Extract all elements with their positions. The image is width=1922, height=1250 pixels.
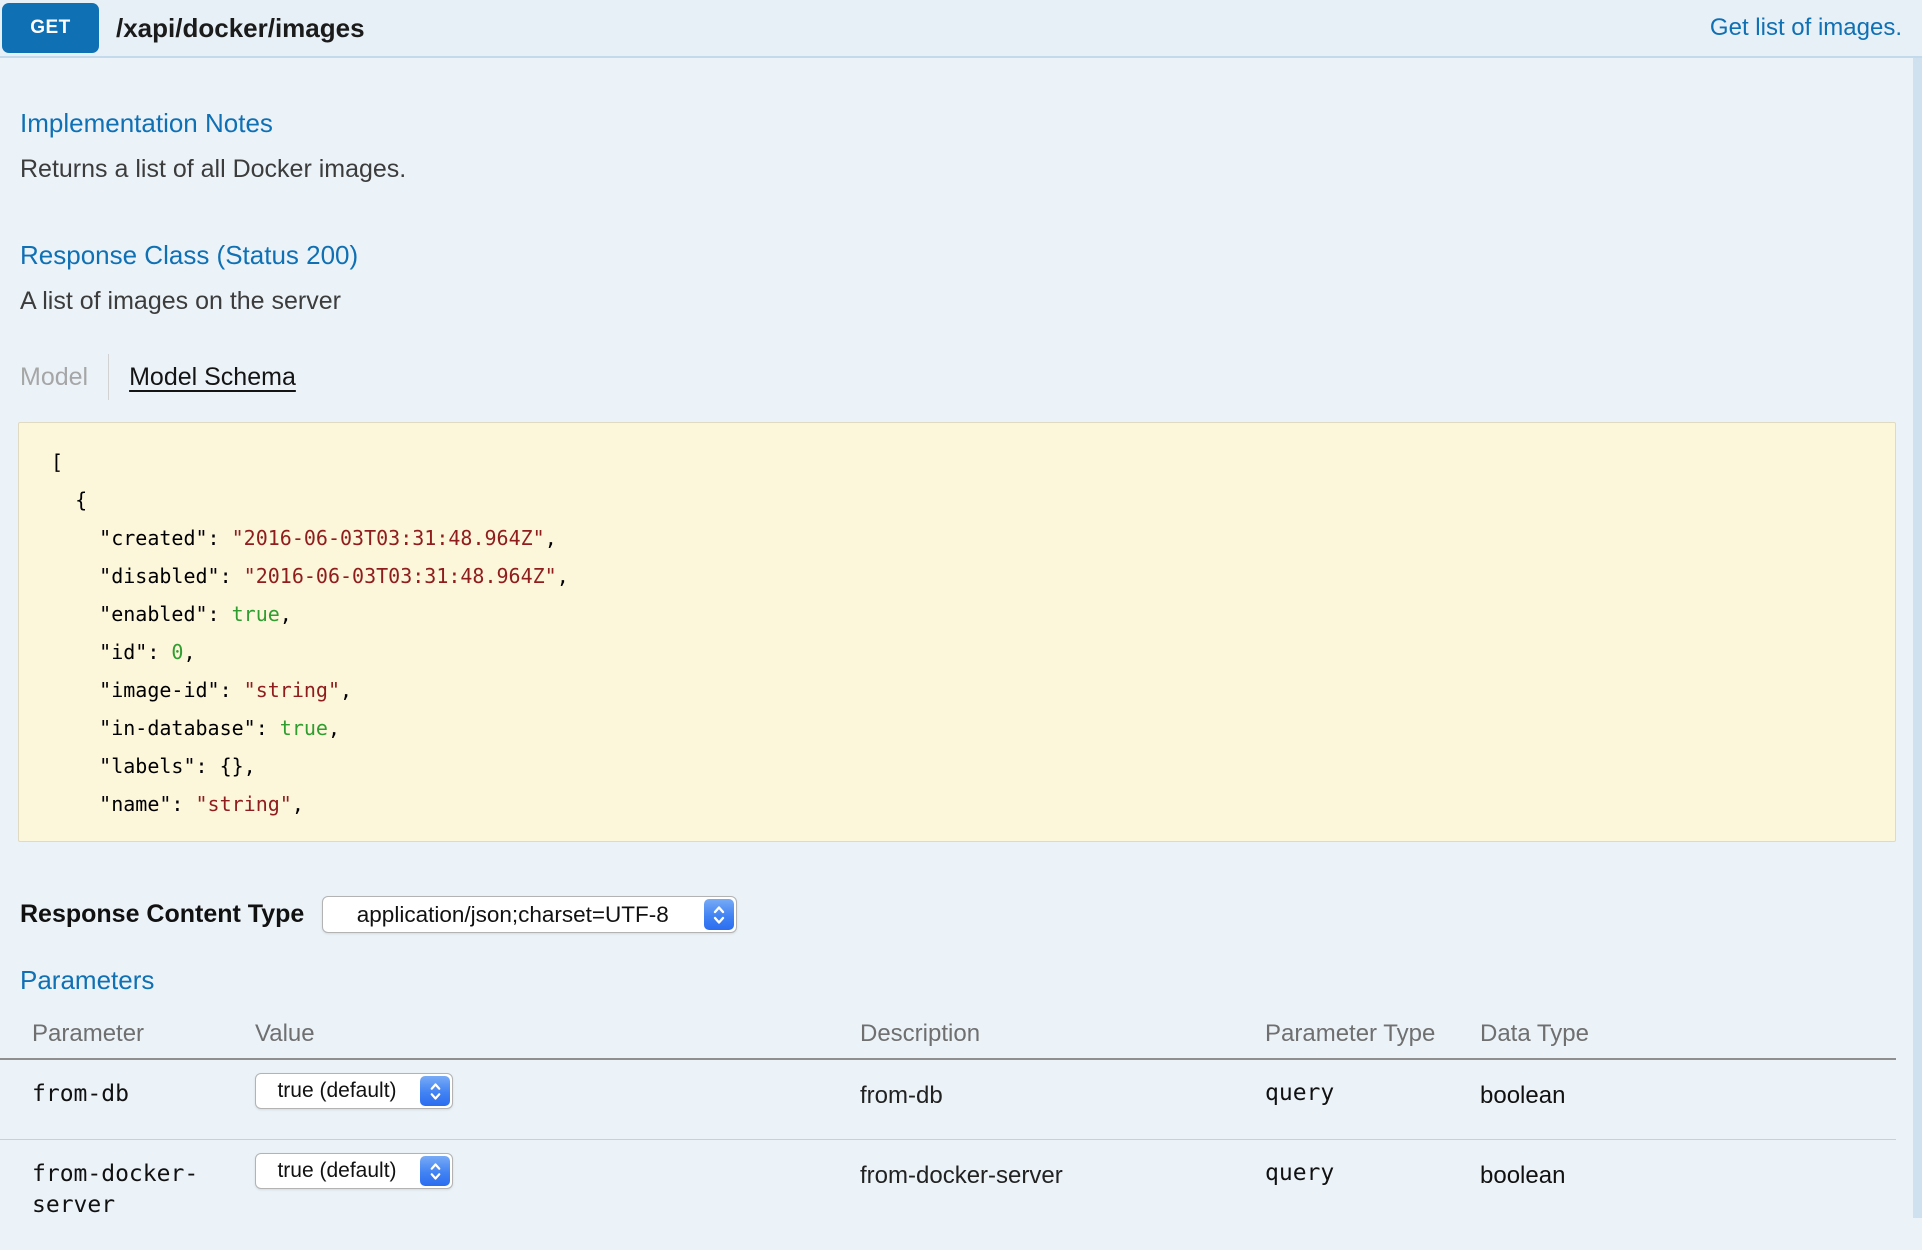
response-content-type-select[interactable]: application/json;charset=UTF-8 [322, 896, 737, 933]
select-chevrons-icon [704, 899, 734, 930]
response-content-type-row: Response Content Type application/json;c… [20, 896, 1922, 933]
parameters-table-header: Parameter Value Description Parameter Ty… [0, 996, 1896, 1060]
implementation-notes-text: Returns a list of all Docker images. [20, 155, 1922, 184]
column-header-value: Value [255, 1020, 860, 1048]
table-row: from-db true (default) from-db query boo… [0, 1060, 1896, 1140]
operation-content: Implementation Notes Returns a list of a… [0, 58, 1922, 1218]
column-header-data-type: Data Type [1480, 1020, 1896, 1048]
param-data-type: boolean [1480, 1073, 1896, 1139]
code-line: "image-id": "string", [51, 671, 1885, 709]
column-header-parameter-type: Parameter Type [1265, 1020, 1480, 1048]
code-line: "created": "2016-06-03T03:31:48.964Z", [51, 519, 1885, 557]
code-line: "name": "string", [51, 785, 1885, 823]
operation-heading-bar: GET /xapi/docker/images Get list of imag… [0, 0, 1922, 58]
param-value-select[interactable]: true (default) [255, 1153, 453, 1189]
param-value-selected: true (default) [256, 1074, 418, 1108]
model-schema-code: [ { "created": "2016-06-03T03:31:48.964Z… [18, 422, 1896, 842]
select-chevrons-icon [420, 1156, 450, 1186]
model-tabs: Model Model Schema [20, 354, 1922, 400]
implementation-notes-heading: Implementation Notes [0, 58, 1922, 139]
param-name: from-db [32, 1073, 255, 1139]
tab-model-schema[interactable]: Model Schema [129, 363, 296, 392]
response-content-type-label: Response Content Type [20, 900, 304, 929]
right-edge-strip [1913, 58, 1922, 1218]
column-header-parameter: Parameter [32, 1020, 255, 1048]
column-header-description: Description [860, 1020, 1265, 1048]
code-line: "in-database": true, [51, 709, 1885, 747]
parameters-heading: Parameters [0, 965, 1922, 996]
param-type: query [1265, 1153, 1480, 1250]
code-line: "id": 0, [51, 633, 1885, 671]
code-line: { [51, 481, 1885, 519]
param-description: from-db [860, 1073, 1265, 1139]
code-line: [ [51, 443, 1885, 481]
http-method-badge[interactable]: GET [2, 3, 99, 53]
response-class-heading: Response Class (Status 200) [0, 240, 1922, 271]
param-value-selected: true (default) [256, 1154, 418, 1188]
code-line: "enabled": true, [51, 595, 1885, 633]
table-row: from-docker-server true (default) from-d… [0, 1140, 1896, 1250]
param-value-select[interactable]: true (default) [255, 1073, 453, 1109]
param-name: from-docker-server [32, 1153, 255, 1250]
response-content-type-value: application/json;charset=UTF-8 [323, 897, 702, 932]
param-data-type: boolean [1480, 1153, 1896, 1250]
param-description: from-docker-server [860, 1153, 1265, 1250]
tab-divider [108, 354, 109, 400]
code-line: "labels": {}, [51, 747, 1885, 785]
endpoint-path-link[interactable]: /xapi/docker/images [116, 13, 365, 44]
operation-summary-link[interactable]: Get list of images. [1710, 14, 1902, 42]
code-line: "disabled": "2016-06-03T03:31:48.964Z", [51, 557, 1885, 595]
response-class-subtitle: A list of images on the server [20, 287, 1922, 316]
tab-model[interactable]: Model [20, 363, 108, 392]
param-type: query [1265, 1073, 1480, 1139]
select-chevrons-icon [420, 1076, 450, 1106]
